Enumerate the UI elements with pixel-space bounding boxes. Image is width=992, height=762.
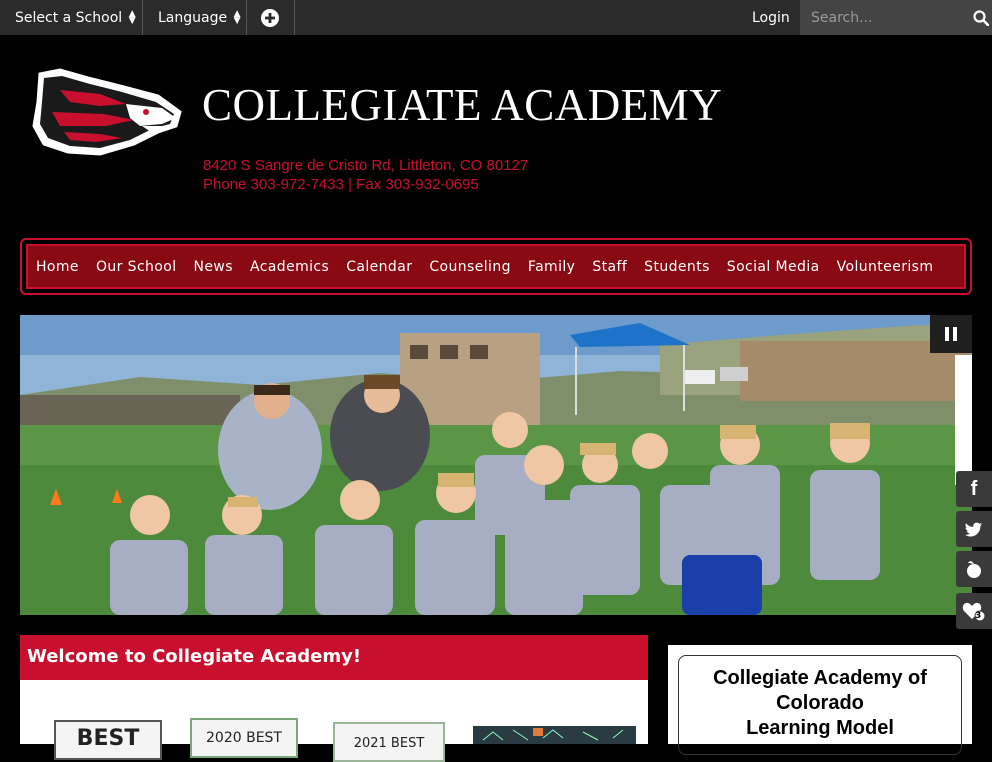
plus-circle-icon [261, 8, 279, 27]
award-badge-best[interactable]: BEST [54, 720, 162, 760]
nav-item-students[interactable]: Students [644, 259, 710, 275]
updown-icon: ▲ ▼ [128, 8, 136, 26]
add-button[interactable] [261, 0, 279, 35]
slideshow-pause-button[interactable] [930, 315, 972, 353]
nav-item-our-school[interactable]: Our School [96, 259, 177, 275]
facebook-link[interactable]: f [956, 471, 992, 507]
search-bar [800, 0, 992, 35]
language-dropdown[interactable]: Language ▲ ▼ [158, 0, 241, 35]
select-school-label: Select a School [15, 9, 123, 26]
twitter-icon [965, 522, 982, 536]
favorites-link[interactable]: 3 [956, 593, 992, 629]
heart-count: 3 [975, 611, 982, 621]
main-nav-frame: Home Our School News Academics Calendar … [20, 238, 972, 295]
peachjar-icon [967, 561, 981, 578]
divider [294, 0, 295, 35]
nav-item-social-media[interactable]: Social Media [727, 259, 820, 275]
award-label: BEST [76, 726, 140, 751]
nav-item-family[interactable]: Family [528, 259, 575, 275]
learning-model-line-1: Collegiate Academy of [713, 667, 927, 689]
hero-slideshow-image [20, 315, 972, 615]
divider [142, 0, 143, 35]
twitter-link[interactable] [956, 511, 992, 547]
select-school-dropdown[interactable]: Select a School ▲ ▼ [15, 0, 136, 35]
school-logo[interactable] [30, 68, 186, 156]
updown-icon: ▲ ▼ [233, 8, 241, 26]
divider [246, 0, 247, 35]
login-label: Login [752, 9, 790, 26]
welcome-title: Welcome to Collegiate Academy! [27, 646, 362, 667]
nav-item-calendar[interactable]: Calendar [346, 259, 412, 275]
utility-bar: Select a School ▲ ▼ Language ▲ ▼ Login [0, 0, 992, 35]
award-badge-2021[interactable]: 2021 BEST [333, 722, 445, 762]
nav-item-academics[interactable]: Academics [250, 259, 329, 275]
search-icon[interactable] [973, 9, 989, 26]
peachjar-link[interactable] [956, 551, 992, 587]
nav-item-staff[interactable]: Staff [592, 259, 627, 275]
nav-item-news[interactable]: News [194, 259, 233, 275]
welcome-header: Welcome to Collegiate Academy! [20, 635, 648, 680]
search-input[interactable] [811, 9, 961, 26]
facebook-icon: f [970, 477, 978, 500]
award-badge-2020[interactable]: 2020 BEST [190, 718, 298, 758]
language-label: Language [158, 9, 228, 26]
nav-item-home[interactable]: Home [36, 259, 79, 275]
nav-item-volunteerism[interactable]: Volunteerism [837, 259, 934, 275]
school-title: COLLEGIATE ACADEMY [202, 80, 723, 130]
learning-model-line-3: Learning Model [746, 717, 894, 739]
learning-model-line-2: Colorado [776, 692, 864, 714]
heart-icon [962, 602, 986, 622]
learning-model-panel: Collegiate Academy of Colorado Learning … [668, 645, 972, 755]
award-badge-graphic[interactable] [473, 726, 636, 744]
school-address: 8420 S Sangre de Cristo Rd, Littleton, C… [203, 157, 529, 174]
login-link[interactable]: Login [752, 0, 790, 35]
school-phone-fax: Phone 303-972-7433 | Fax 303-932-0695 [203, 176, 479, 193]
nav-item-counseling[interactable]: Counseling [429, 259, 511, 275]
pause-icon [945, 327, 957, 341]
learning-model-card[interactable]: Collegiate Academy of Colorado Learning … [678, 655, 962, 755]
main-nav: Home Our School News Academics Calendar … [26, 244, 966, 289]
